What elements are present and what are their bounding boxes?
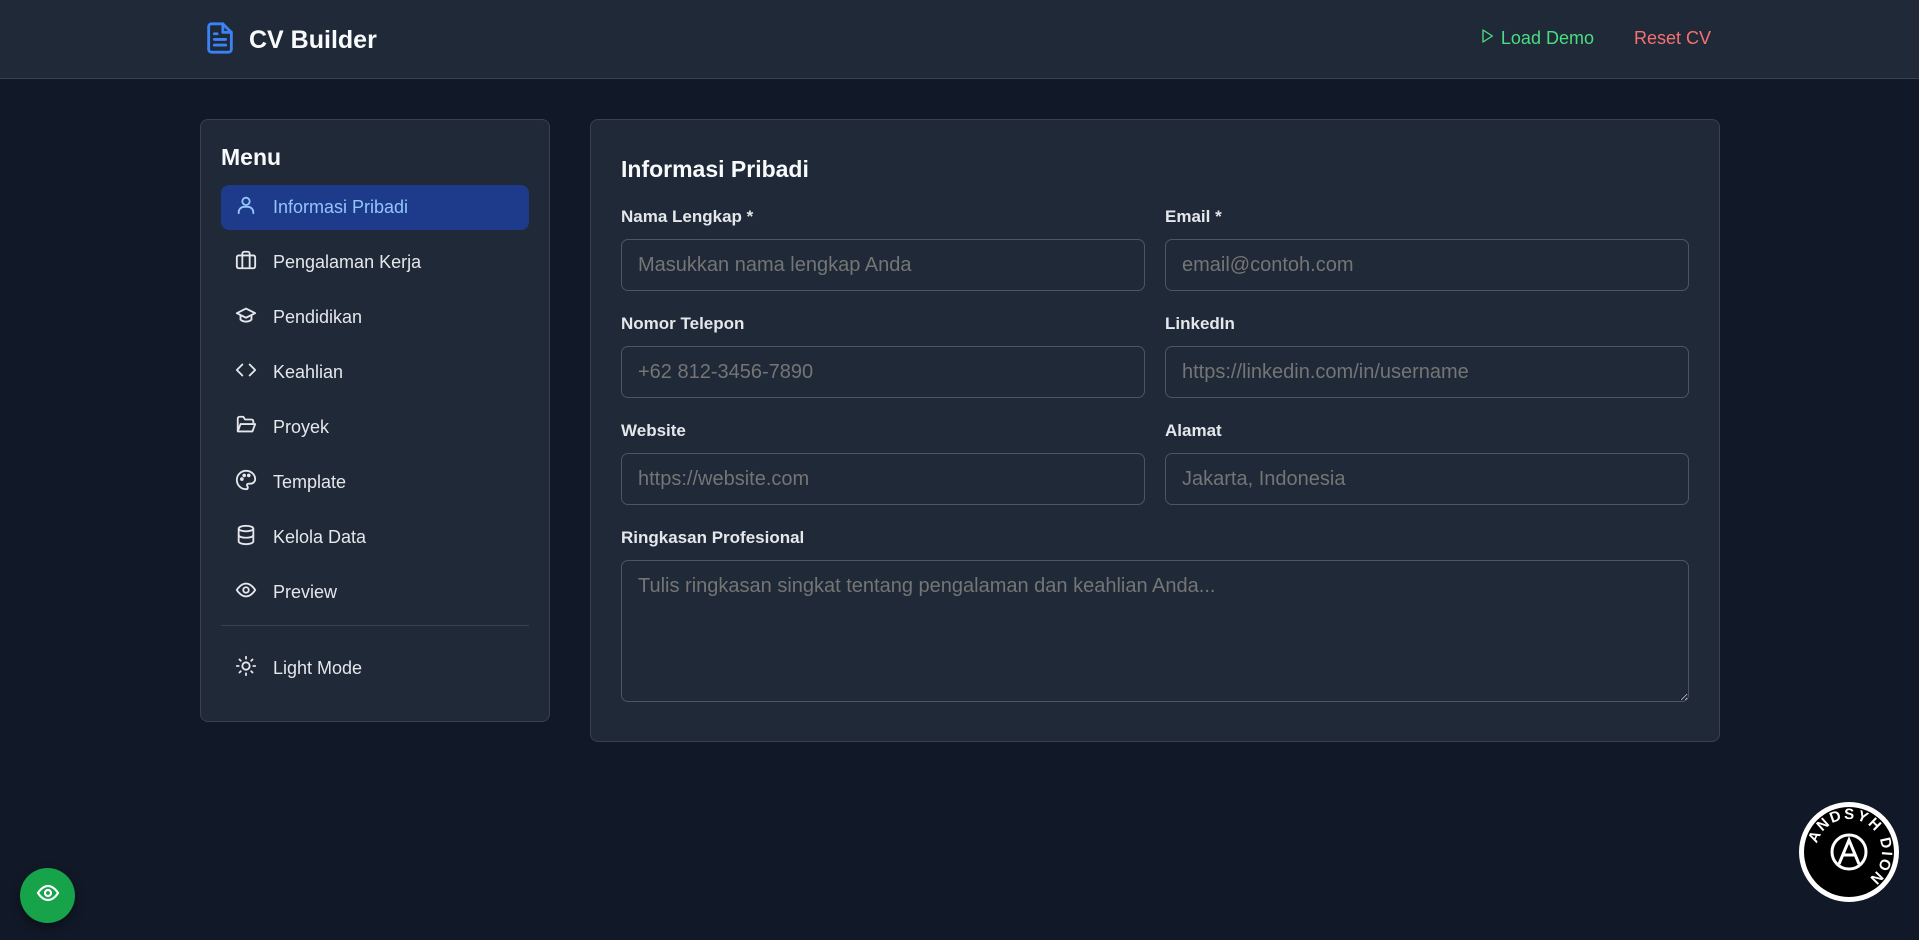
graduation-cap-icon	[235, 304, 273, 331]
document-icon	[203, 19, 237, 62]
sidebar-item-proyek[interactable]: Proyek	[221, 405, 529, 450]
personal-info-form: Informasi Pribadi Nama Lengkap * Email *…	[590, 119, 1720, 742]
sidebar-item-label: Template	[273, 472, 347, 492]
sidebar: Menu Informasi Pribadi Pengalaman Kerja …	[200, 119, 550, 722]
sidebar-item-label: Kelola Data	[273, 527, 367, 547]
database-icon	[235, 524, 273, 551]
email-label: Email *	[1165, 207, 1222, 226]
eye-icon	[36, 881, 60, 910]
sidebar-item-label: Keahlian	[273, 362, 344, 382]
sidebar-item-pendidikan[interactable]: Pendidikan	[221, 295, 529, 340]
address-input[interactable]	[1165, 453, 1689, 505]
linkedin-field-group: LinkedIn	[1165, 314, 1689, 398]
load-demo-label: Load Demo	[1500, 28, 1594, 48]
sidebar-item-label: Informasi Pribadi	[273, 197, 409, 217]
address-field-group: Alamat	[1165, 421, 1689, 505]
phone-label: Nomor Telepon	[621, 314, 745, 333]
name-label: Nama Lengkap *	[621, 207, 754, 226]
sidebar-item-label: Pengalaman Kerja	[273, 252, 422, 272]
section-title: Informasi Pribadi	[621, 156, 809, 182]
full-name-input[interactable]	[621, 239, 1145, 291]
floating-preview-button[interactable]	[20, 868, 75, 923]
summary-field-group: Ringkasan Profesional	[621, 528, 1689, 707]
email-input[interactable]	[1165, 239, 1689, 291]
light-mode-label: Light Mode	[273, 658, 363, 678]
briefcase-icon	[235, 249, 273, 276]
watermark-logo: ANDSYH DION	[1797, 800, 1901, 904]
sidebar-item-label: Proyek	[273, 417, 330, 437]
user-icon	[235, 194, 273, 221]
linkedin-input[interactable]	[1165, 346, 1689, 398]
name-field-group: Nama Lengkap *	[621, 207, 1145, 291]
address-label: Alamat	[1165, 421, 1222, 440]
website-input[interactable]	[621, 453, 1145, 505]
code-icon	[235, 359, 273, 386]
eye-icon	[235, 579, 273, 606]
top-bar: CV Builder Load Demo Reset CV	[0, 0, 1919, 79]
summary-label: Ringkasan Profesional	[621, 528, 805, 547]
top-actions: Load Demo Reset CV	[1479, 27, 1711, 50]
play-icon	[1479, 27, 1501, 50]
sidebar-divider	[221, 625, 529, 626]
sidebar-item-kelola-data[interactable]: Kelola Data	[221, 515, 529, 560]
linkedin-label: LinkedIn	[1165, 314, 1235, 333]
summary-textarea[interactable]	[621, 560, 1689, 702]
menu-title: Menu	[221, 144, 282, 170]
light-mode-toggle[interactable]: Light Mode	[221, 646, 529, 691]
brand: CV Builder	[203, 19, 377, 62]
sidebar-item-informasi-pribadi[interactable]: Informasi Pribadi	[221, 185, 529, 230]
website-field-group: Website	[621, 421, 1145, 505]
phone-field-group: Nomor Telepon	[621, 314, 1145, 398]
load-demo-button[interactable]: Load Demo	[1479, 27, 1594, 50]
sidebar-item-template[interactable]: Template	[221, 460, 529, 505]
app-title: CV Builder	[249, 26, 377, 54]
sidebar-item-keahlian[interactable]: Keahlian	[221, 350, 529, 395]
sun-icon	[235, 655, 273, 682]
email-field-group: Email *	[1165, 207, 1689, 291]
reset-cv-button[interactable]: Reset CV	[1634, 28, 1711, 49]
palette-icon	[235, 469, 273, 496]
folder-open-icon	[235, 414, 273, 441]
sidebar-item-label: Pendidikan	[273, 307, 363, 327]
sidebar-item-pengalaman-kerja[interactable]: Pengalaman Kerja	[221, 240, 529, 285]
phone-input[interactable]	[621, 346, 1145, 398]
website-label: Website	[621, 421, 686, 440]
sidebar-item-label: Preview	[273, 582, 338, 602]
sidebar-item-preview[interactable]: Preview	[221, 570, 529, 615]
